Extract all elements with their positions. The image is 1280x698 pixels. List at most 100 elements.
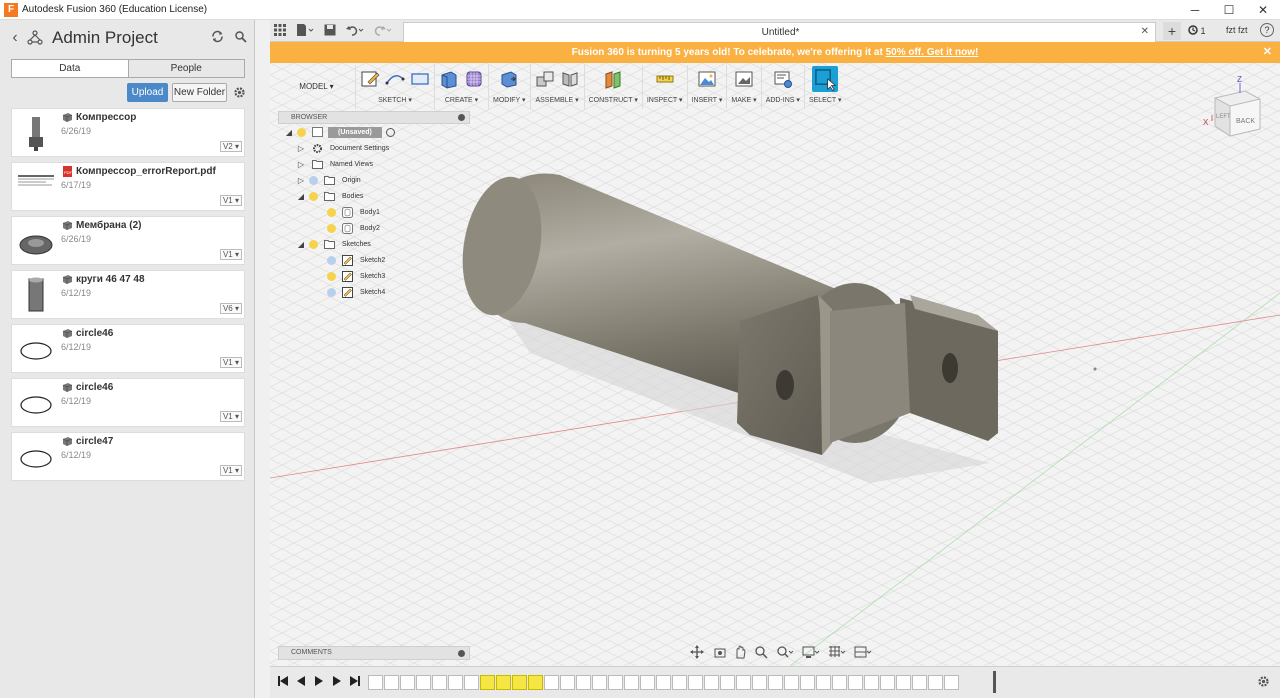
timeline-feature[interactable] — [528, 675, 543, 690]
timeline-feature[interactable] — [688, 675, 703, 690]
toolbar-group-add-ins[interactable]: ADD-INS ▾ — [762, 65, 805, 109]
undo-icon[interactable] — [346, 24, 364, 36]
form-icon[interactable] — [464, 69, 484, 89]
browser-item-sketch2[interactable]: Sketch2 — [278, 252, 470, 268]
timeline-feature[interactable] — [640, 675, 655, 690]
fit-icon[interactable] — [776, 645, 794, 659]
minimize-button[interactable]: ─ — [1178, 0, 1212, 20]
browser-item-named-views[interactable]: ▷ Named Views — [278, 156, 470, 172]
new-folder-button[interactable]: New Folder — [172, 83, 227, 102]
extrude-icon[interactable] — [439, 69, 459, 89]
expand-arrow-icon[interactable]: ▷ — [296, 144, 306, 153]
close-window-button[interactable]: ✕ — [1246, 0, 1280, 20]
timeline-feature[interactable] — [496, 675, 511, 690]
timeline-feature[interactable] — [832, 675, 847, 690]
timeline-feature[interactable] — [928, 675, 943, 690]
timeline-feature[interactable] — [704, 675, 719, 690]
viewports-icon[interactable] — [854, 645, 872, 659]
collapse-arrow-icon[interactable]: ◢ — [284, 128, 294, 137]
file-version-dropdown[interactable]: V6 ▾ — [219, 303, 242, 314]
browser-item-body1[interactable]: Body1 — [278, 204, 470, 220]
file-card[interactable]: circle46 6/12/19 V1 ▾ — [11, 324, 245, 373]
press-pull-icon[interactable] — [499, 69, 519, 89]
save-icon[interactable] — [324, 24, 336, 36]
file-version-dropdown[interactable]: V1 ▾ — [219, 357, 242, 368]
next-step-icon[interactable] — [332, 675, 342, 687]
help-button[interactable]: ? — [1260, 23, 1274, 37]
new-component-icon[interactable] — [535, 69, 555, 89]
zoom-icon[interactable] — [754, 645, 768, 659]
expand-arrow-icon[interactable]: ▷ — [296, 160, 306, 169]
toolbar-group-construct[interactable]: CONSTRUCT ▾ — [585, 65, 643, 109]
timeline-feature[interactable] — [608, 675, 623, 690]
3d-print-icon[interactable] — [734, 69, 754, 89]
search-icon[interactable] — [234, 30, 247, 43]
close-tab-icon[interactable]: ✕ — [1141, 26, 1149, 37]
timeline-marker[interactable] — [993, 671, 996, 693]
back-icon[interactable]: ‹ — [4, 29, 26, 47]
timeline-feature[interactable] — [864, 675, 879, 690]
collapse-arrow-icon[interactable]: ◢ — [296, 192, 306, 201]
timeline-feature[interactable] — [384, 675, 399, 690]
create-sketch-icon[interactable] — [360, 69, 380, 89]
timeline-feature[interactable] — [416, 675, 431, 690]
insert-image-icon[interactable] — [697, 69, 717, 89]
timeline-feature[interactable] — [592, 675, 607, 690]
timeline-feature[interactable] — [736, 675, 751, 690]
file-card[interactable]: Компрессор 6/26/19 V2 ▾ — [11, 108, 245, 157]
display-settings-icon[interactable] — [802, 645, 820, 659]
timeline-feature[interactable] — [784, 675, 799, 690]
timeline-feature[interactable] — [800, 675, 815, 690]
timeline-feature[interactable] — [816, 675, 831, 690]
last-step-icon[interactable] — [350, 675, 360, 687]
offset-plane-icon[interactable] — [603, 69, 623, 89]
grid-settings-icon[interactable] — [828, 645, 846, 659]
scripts-icon[interactable] — [773, 69, 793, 89]
play-icon[interactable] — [314, 675, 324, 687]
browser-root[interactable]: ◢ (Unsaved) — [278, 124, 470, 140]
timeline-feature[interactable] — [880, 675, 895, 690]
tab-data[interactable]: Data — [12, 60, 128, 77]
browser-item-sketch4[interactable]: Sketch4 — [278, 284, 470, 300]
visibility-bulb-icon[interactable] — [309, 175, 318, 185]
comments-collapse-icon[interactable] — [458, 650, 465, 657]
visibility-bulb-icon[interactable] — [327, 207, 336, 217]
file-version-dropdown[interactable]: V1 ▾ — [219, 465, 242, 476]
expand-arrow-icon[interactable]: ▷ — [296, 176, 306, 185]
document-tab[interactable]: Untitled* ✕ — [403, 22, 1156, 42]
timeline-feature[interactable] — [576, 675, 591, 690]
timeline-feature[interactable] — [448, 675, 463, 690]
redo-icon[interactable] — [374, 24, 392, 36]
first-step-icon[interactable] — [278, 675, 288, 687]
gear-icon[interactable] — [233, 86, 246, 99]
toolbar-group-sketch[interactable]: SKETCH ▾ — [356, 65, 435, 109]
upload-button[interactable]: Upload — [127, 83, 168, 102]
timeline-feature[interactable] — [480, 675, 495, 690]
file-card[interactable]: круги 46 47 48 6/12/19 V6 ▾ — [11, 270, 245, 319]
file-version-dropdown[interactable]: V2 ▾ — [219, 141, 242, 152]
pan-icon[interactable] — [734, 645, 746, 659]
measure-icon[interactable] — [655, 69, 675, 89]
timeline-feature[interactable] — [656, 675, 671, 690]
timeline-feature[interactable] — [896, 675, 911, 690]
browser-collapse-icon[interactable] — [458, 114, 465, 121]
browser-item-sketches[interactable]: ◢ Sketches — [278, 236, 470, 252]
tab-people[interactable]: People — [127, 60, 244, 77]
orbit-icon[interactable] — [690, 645, 706, 659]
timeline-feature[interactable] — [752, 675, 767, 690]
timeline-feature[interactable] — [400, 675, 415, 690]
toolbar-group-make[interactable]: MAKE ▾ — [727, 65, 762, 109]
file-card[interactable]: Мембрана (2) 6/26/19 V1 ▾ — [11, 216, 245, 265]
toolbar-group-insert[interactable]: INSERT ▾ — [688, 65, 728, 109]
toolbar-group-select[interactable]: SELECT ▾ — [805, 65, 846, 109]
banner-close-icon[interactable]: ✕ — [1263, 42, 1272, 63]
timeline-feature[interactable] — [848, 675, 863, 690]
maximize-button[interactable]: ☐ — [1212, 0, 1246, 20]
joint-icon[interactable] — [560, 69, 580, 89]
visibility-bulb-icon[interactable] — [309, 191, 318, 201]
user-account[interactable]: fzt fzt — [1226, 25, 1248, 35]
timeline-feature[interactable] — [464, 675, 479, 690]
file-version-dropdown[interactable]: V1 ▾ — [219, 411, 242, 422]
file-card[interactable]: PDF Компрессор_errorReport.pdf 6/17/19 V1 ▾ — [11, 162, 245, 211]
browser-item-document-settings[interactable]: ▷ Document Settings — [278, 140, 470, 156]
